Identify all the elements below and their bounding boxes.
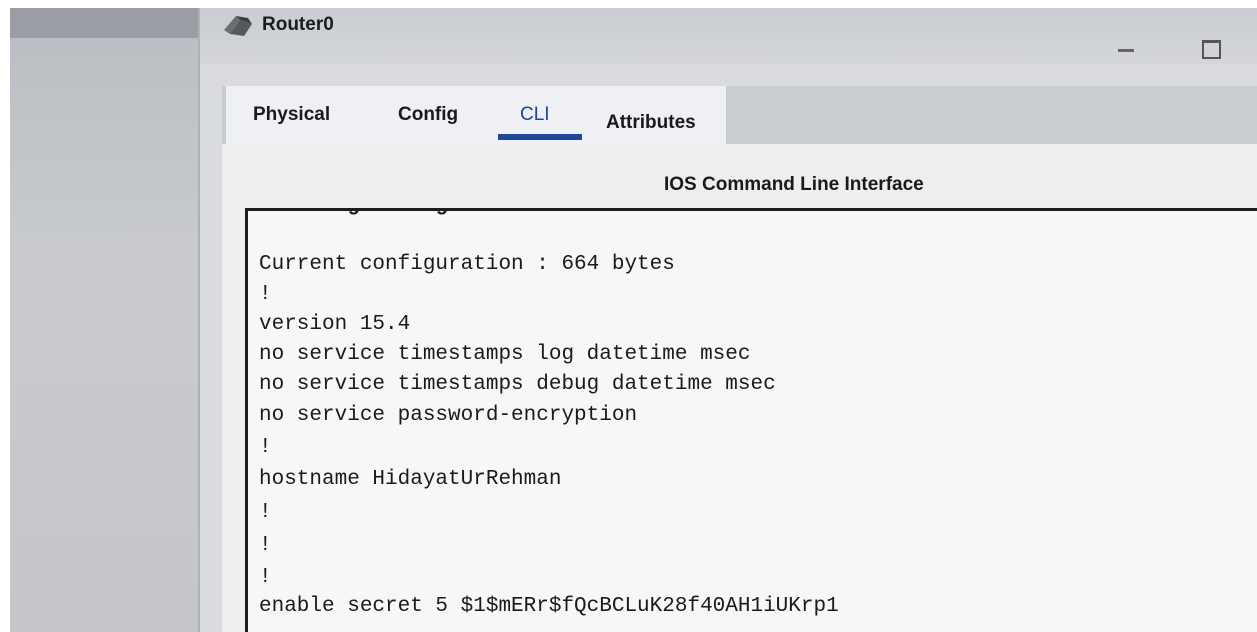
terminal-line: ! [259,566,272,589]
tab-physical[interactable]: Physical [253,104,330,126]
minimize-button[interactable] [1113,34,1143,62]
cli-panel: IOS Command Line Interface Building conf… [222,144,1257,632]
terminal-line: version 15.4 [259,313,411,336]
terminal-cut-line: Building configuration... [259,211,574,217]
window-title: Router0 [262,14,334,35]
terminal-line: no service timestamps debug datetime mse… [259,373,776,396]
minimize-icon [1118,49,1134,52]
screen: Router0 Physical Config CLI Attributes I… [0,0,1257,632]
terminal-line: no service password-encryption [259,404,638,427]
terminal-line: ! [259,501,272,524]
active-tab-indicator [498,134,582,140]
terminal-line: ! [259,283,272,306]
background-window [10,8,210,632]
terminal-line: ! [259,534,272,557]
router-window: Router0 Physical Config CLI Attributes I… [200,8,1257,632]
terminal-line: no service timestamps log datetime msec [259,343,751,366]
maximize-icon [1202,40,1221,59]
tab-strip: Physical Config CLI Attributes [226,86,726,144]
terminal-line: ! [259,436,272,459]
background-window-titlebar [10,8,210,38]
panel-title: IOS Command Line Interface [664,174,924,195]
terminal-line: enable secret 5 $1$mERr$fQcBCLuK28f40AH1… [259,595,839,618]
tab-config[interactable]: Config [398,104,458,126]
terminal-line: hostname HidayatUrRehman [259,468,562,491]
cli-terminal[interactable]: Building configuration... Current config… [245,208,1257,632]
router-icon [222,12,256,38]
window-titlebar[interactable]: Router0 [200,8,1257,64]
tab-bar: Physical Config CLI Attributes [222,86,1257,144]
tab-cli[interactable]: CLI [520,104,550,126]
terminal-line: Current configuration : 664 bytes [259,253,675,276]
tab-attributes[interactable]: Attributes [606,112,696,134]
maximize-button[interactable] [1197,34,1227,62]
